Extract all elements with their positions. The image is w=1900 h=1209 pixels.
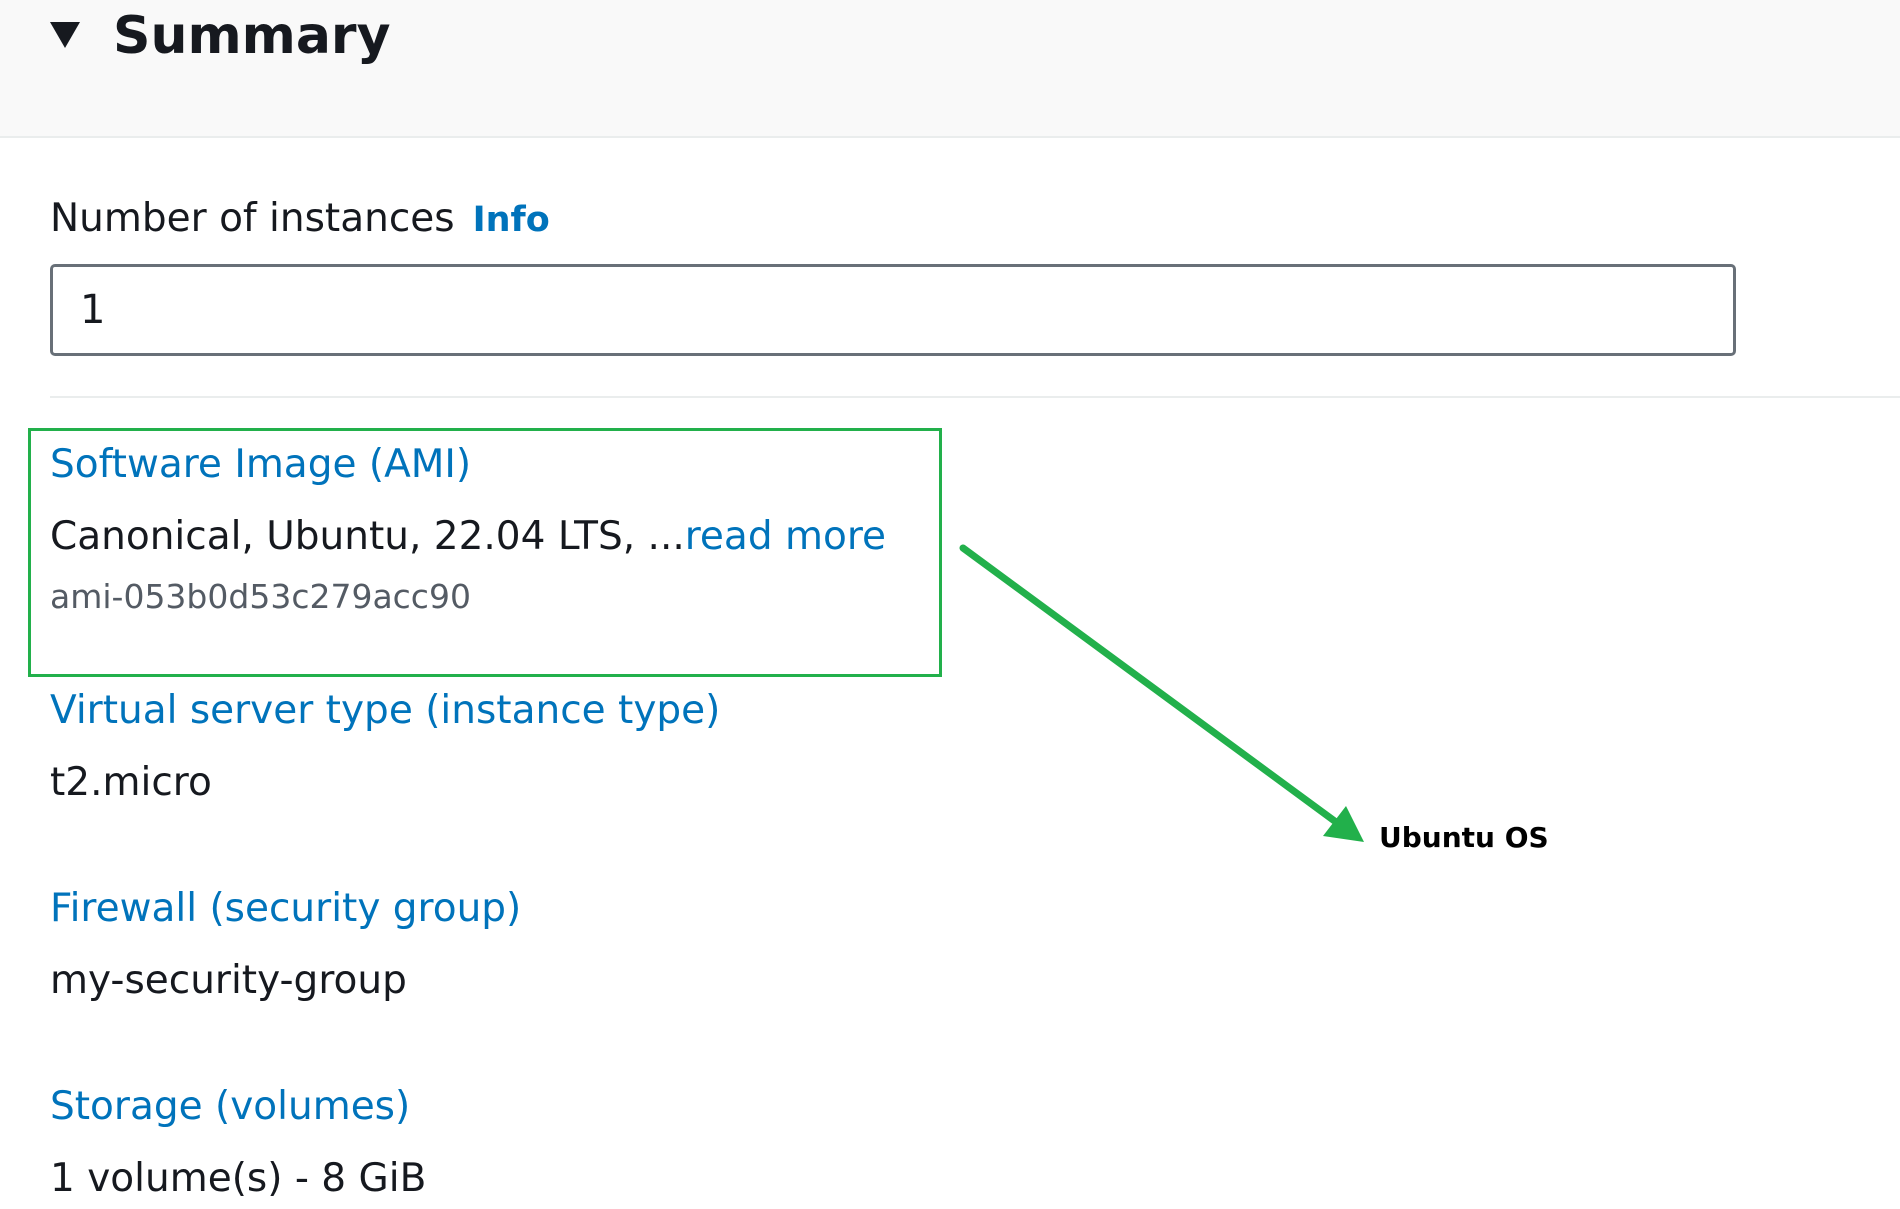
instances-input[interactable] [50, 264, 1736, 356]
read-more-link[interactable]: read more [685, 514, 886, 559]
summary-title: Summary [113, 6, 391, 66]
instance-type-label[interactable]: Virtual server type (instance type) [50, 684, 720, 738]
ami-value-text: Canonical, Ubuntu, 22.04 LTS, ... [50, 514, 685, 559]
instance-type-value: t2.micro [50, 760, 212, 805]
instances-label: Number of instances [50, 196, 455, 241]
info-link[interactable]: Info [473, 200, 550, 240]
summary-header[interactable]: Summary [0, 0, 1900, 138]
storage-value: 1 volume(s) - 8 GiB [50, 1156, 427, 1201]
caret-down-icon[interactable] [50, 22, 80, 48]
firewall-value: my-security-group [50, 958, 407, 1003]
ami-value: Canonical, Ubuntu, 22.04 LTS, ...read mo… [50, 510, 886, 564]
divider [50, 396, 1900, 398]
storage-label[interactable]: Storage (volumes) [50, 1080, 410, 1134]
annotation-label: Ubuntu OS [1379, 821, 1549, 854]
instances-label-row: Number of instances Info [50, 192, 550, 247]
ami-label[interactable]: Software Image (AMI) [50, 438, 471, 492]
firewall-label[interactable]: Firewall (security group) [50, 882, 521, 936]
ami-id: ami-053b0d53c279acc90 [50, 577, 471, 616]
